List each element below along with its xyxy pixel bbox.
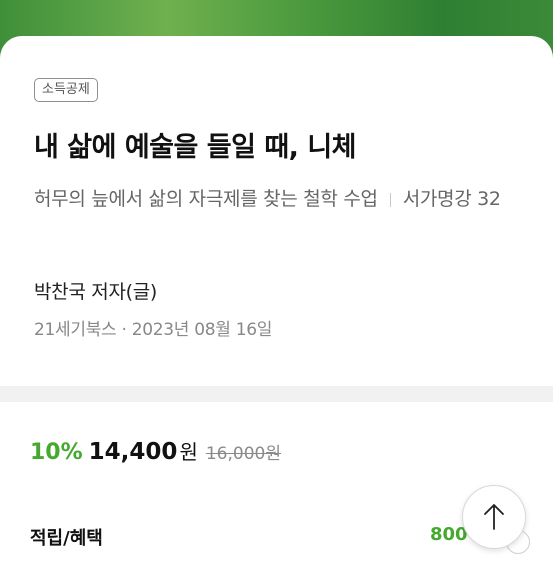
benefits-label: 적립/혜택 xyxy=(30,528,103,549)
benefits-value: 800 xyxy=(430,524,468,545)
sale-price-unit: 원 xyxy=(179,440,198,464)
publisher-info: 21세기북스 · 2023년 08월 16일 xyxy=(34,315,272,340)
author-link[interactable]: 박찬국 저자(글) xyxy=(34,277,157,304)
discount-rate: 10% xyxy=(30,440,83,465)
publish-date: 2023년 08월 16일 xyxy=(131,320,273,340)
publisher-link[interactable]: 21세기북스 xyxy=(34,320,117,340)
series-link[interactable]: 서가명강 32 xyxy=(403,188,501,210)
original-price: 16,000원 xyxy=(205,444,281,464)
sale-price: 14,400 xyxy=(88,439,178,465)
scroll-to-top-button[interactable] xyxy=(462,485,526,549)
arrow-up-icon xyxy=(484,504,504,530)
price-row: 10% 14,400 원 16,000원 xyxy=(30,436,281,465)
subtitle-text: 허무의 늪에서 삶의 자극제를 찾는 철학 수업 xyxy=(34,188,378,210)
publisher-date-dot: · xyxy=(121,320,127,340)
subtitle-separator xyxy=(389,192,391,207)
book-title: 내 삶에 예술을 들일 때, 니체 xyxy=(34,132,357,163)
book-subtitle: 허무의 늪에서 삶의 자극제를 찾는 철학 수업 서가명강 32 xyxy=(34,182,514,217)
income-deduction-badge: 소득공제 xyxy=(34,78,98,102)
